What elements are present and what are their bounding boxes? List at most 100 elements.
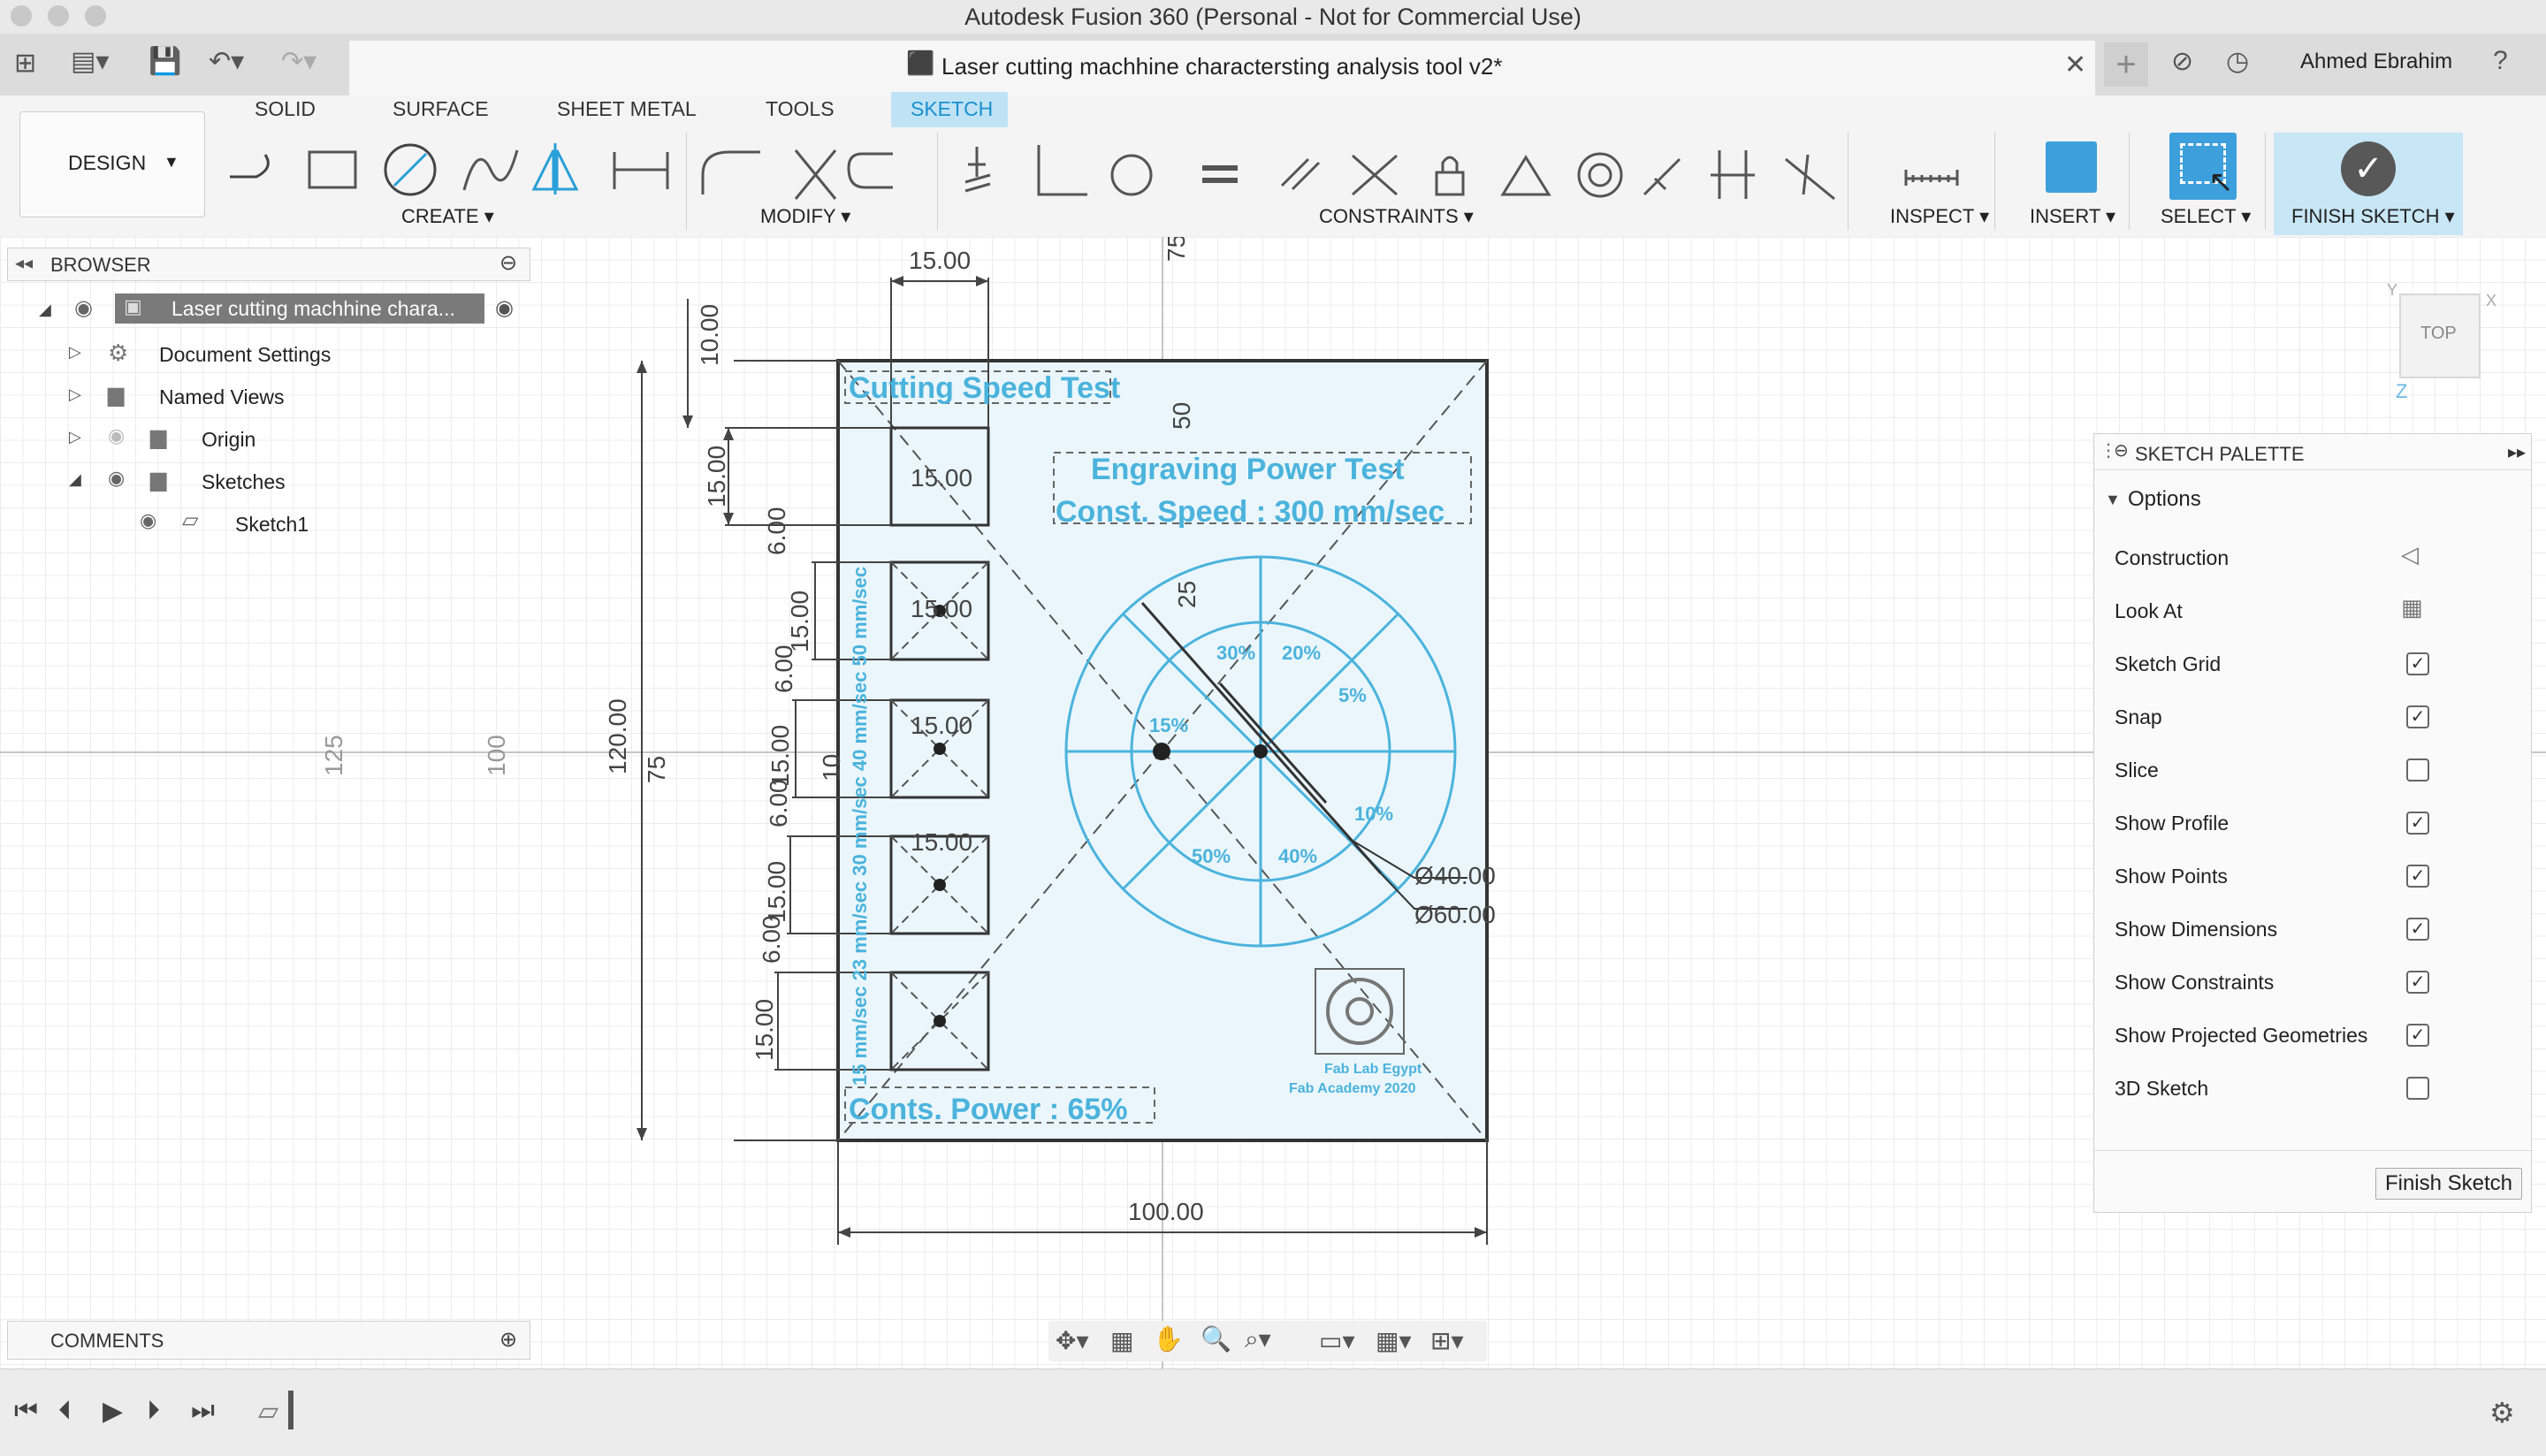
zoom-icon[interactable]: 🔍: [1201, 1324, 1231, 1353]
browser-tree: ◢ ◉ ▣ Laser cutting machhine chara... ◉ …: [0, 281, 530, 546]
curvature-icon: [1785, 154, 1835, 201]
horizontal-vertical-icon: [1037, 145, 1087, 196]
tab-tools[interactable]: TOOLS: [766, 97, 835, 121]
inspect-menu[interactable]: INSPECT ▾: [1890, 205, 1989, 228]
expand-arrow-icon[interactable]: ▷: [69, 385, 81, 404]
show-constraints-checkbox[interactable]: ✓: [2406, 971, 2429, 994]
insert-menu[interactable]: INSERT ▾: [2030, 205, 2115, 228]
activate-radio-icon[interactable]: ◉: [495, 295, 514, 321]
tab-surface[interactable]: SURFACE: [393, 97, 489, 121]
eye-icon[interactable]: ◉: [74, 295, 93, 321]
collapse-browser-icon[interactable]: ◂◂: [15, 252, 33, 274]
select-tool-button[interactable]: ↖: [2169, 133, 2237, 200]
snap-checkbox[interactable]: ✓: [2406, 705, 2429, 728]
option-sketch-grid: Sketch Grid: [2115, 652, 2222, 675]
eye-icon[interactable]: ◉: [140, 509, 156, 532]
finish-sketch-menu[interactable]: FINISH SKETCH ▾: [2291, 205, 2455, 228]
save-icon[interactable]: 💾: [149, 46, 181, 77]
palette-options-icon[interactable]: ⊖: [2114, 439, 2129, 461]
user-name[interactable]: Ahmed Ebrahim: [2300, 50, 2452, 74]
show-dimensions-checkbox[interactable]: ✓: [2406, 918, 2429, 941]
tab-sheet-metal[interactable]: SHEET METAL: [557, 97, 697, 121]
viewcube[interactable]: TOP: [2399, 293, 2481, 378]
collapse-arrow-icon[interactable]: ◢: [69, 470, 81, 489]
dim-box-v1: 15.00: [703, 446, 730, 507]
eye-hidden-icon[interactable]: ◉: [108, 424, 125, 447]
measure-icon[interactable]: [1901, 145, 1963, 189]
show-profile-checkbox[interactable]: ✓: [2406, 812, 2429, 835]
expand-arrow-icon[interactable]: ▷: [69, 428, 81, 446]
fix-lock-icon: [1435, 156, 1465, 196]
go-to-end-icon[interactable]: ⏭: [191, 1396, 215, 1426]
tree-root-row[interactable]: ▣ Laser cutting machhine chara...: [115, 293, 484, 324]
gear-icon: ⚙: [108, 339, 129, 366]
look-at-icon[interactable]: ▦: [2401, 594, 2423, 621]
workspace-switcher[interactable]: DESIGN ▼: [19, 111, 205, 217]
construction-icon[interactable]: ◁: [2401, 541, 2419, 568]
undo-icon[interactable]: ↶▾: [209, 46, 244, 77]
tree-item-named-views[interactable]: Named Views: [159, 385, 284, 409]
tree-root-label: Laser cutting machhine chara...: [172, 297, 455, 320]
redo-icon[interactable]: ↷▾: [281, 46, 316, 77]
sketch-timeline-item-icon[interactable]: ▱: [258, 1396, 278, 1427]
tree-item-sketch1[interactable]: Sketch1: [235, 513, 309, 537]
document-tab[interactable]: ⬛ Laser cutting machhine charactersting …: [349, 41, 2095, 95]
dim-dia-outer: Ø60.00: [1414, 901, 1496, 928]
pan-hand-icon[interactable]: ✋: [1153, 1324, 1184, 1353]
sketch-drawing[interactable]: Cutting Speed Test Engraving Power Test …: [530, 237, 1556, 1368]
show-projected-geometries-checkbox[interactable]: ✓: [2406, 1024, 2429, 1047]
collapse-arrow-icon[interactable]: ◢: [39, 301, 51, 319]
ruler-125: 125: [320, 735, 347, 776]
step-forward-icon[interactable]: ⏵: [147, 1396, 160, 1426]
dim-box-1: 15.00: [911, 464, 972, 492]
select-menu[interactable]: SELECT ▾: [2161, 205, 2251, 228]
zoom-window-icon[interactable]: ⌕▾: [1245, 1324, 1271, 1354]
symmetry-icon: [1711, 150, 1755, 199]
browser-options-icon[interactable]: ⊖: [499, 250, 517, 276]
tree-item-sketches[interactable]: Sketches: [202, 470, 286, 494]
divider: [2265, 133, 2266, 230]
help-icon[interactable]: ?: [2493, 46, 2508, 76]
go-to-start-icon[interactable]: ⏮: [14, 1396, 38, 1426]
new-tab-button[interactable]: +: [2104, 42, 2148, 87]
extensions-icon[interactable]: ⊘: [2171, 46, 2193, 77]
eye-icon[interactable]: ◉: [108, 467, 125, 490]
look-at-icon[interactable]: ▦: [1110, 1326, 1133, 1355]
create-menu[interactable]: CREATE ▾: [401, 205, 494, 228]
step-back-icon[interactable]: ⏴: [58, 1396, 72, 1426]
cutting-speed-title: Cutting Speed Test: [849, 371, 1120, 405]
midpoint-icon: [1643, 157, 1681, 196]
expand-arrow-icon[interactable]: ▷: [69, 343, 81, 362]
sketch-grid-checkbox[interactable]: ✓: [2406, 652, 2429, 675]
play-icon[interactable]: ▶: [103, 1396, 123, 1427]
ring-label-40: 40%: [1278, 845, 1317, 867]
close-tab-icon[interactable]: ✕: [2064, 50, 2086, 80]
timeline-marker[interactable]: [288, 1391, 293, 1429]
modify-menu[interactable]: MODIFY ▾: [760, 205, 850, 228]
tree-item-origin[interactable]: Origin: [202, 428, 255, 452]
timeline-settings-gear-icon[interactable]: ⚙: [2489, 1396, 2515, 1429]
3d-sketch-checkbox[interactable]: [2406, 1077, 2429, 1100]
tab-solid[interactable]: SOLID: [255, 97, 316, 121]
display-settings-icon[interactable]: ▭▾: [1319, 1326, 1355, 1355]
job-status-icon[interactable]: ◷: [2226, 46, 2249, 77]
data-panel-grid-icon[interactable]: ⊞: [14, 48, 36, 79]
grid-settings-icon[interactable]: ▦▾: [1376, 1326, 1412, 1355]
constraints-menu[interactable]: CONSTRAINTS ▾: [1319, 205, 1474, 228]
viewports-icon[interactable]: ⊞▾: [1430, 1326, 1464, 1355]
power-footer: Conts. Power : 65%: [849, 1093, 1128, 1126]
options-collapse-icon[interactable]: ▼: [2105, 491, 2121, 509]
tab-sketch[interactable]: SKETCH: [911, 97, 993, 121]
palette-finish-sketch-button[interactable]: Finish Sketch: [2375, 1168, 2522, 1200]
insert-image-icon[interactable]: [2046, 141, 2097, 193]
expand-palette-icon[interactable]: ▸▸: [2508, 441, 2526, 463]
slice-checkbox[interactable]: [2406, 758, 2429, 781]
folder-icon: ▆: [150, 425, 167, 449]
orbit-icon[interactable]: ✥▾: [1056, 1326, 1089, 1355]
add-comment-icon[interactable]: ⊕: [499, 1327, 517, 1353]
dim-gap-1: 6.00: [763, 507, 790, 556]
show-points-checkbox[interactable]: ✓: [2406, 865, 2429, 888]
dim-10: 10: [818, 754, 845, 781]
tree-item-document-settings[interactable]: Document Settings: [159, 343, 331, 367]
file-menu-icon[interactable]: ▤▾: [71, 46, 109, 77]
